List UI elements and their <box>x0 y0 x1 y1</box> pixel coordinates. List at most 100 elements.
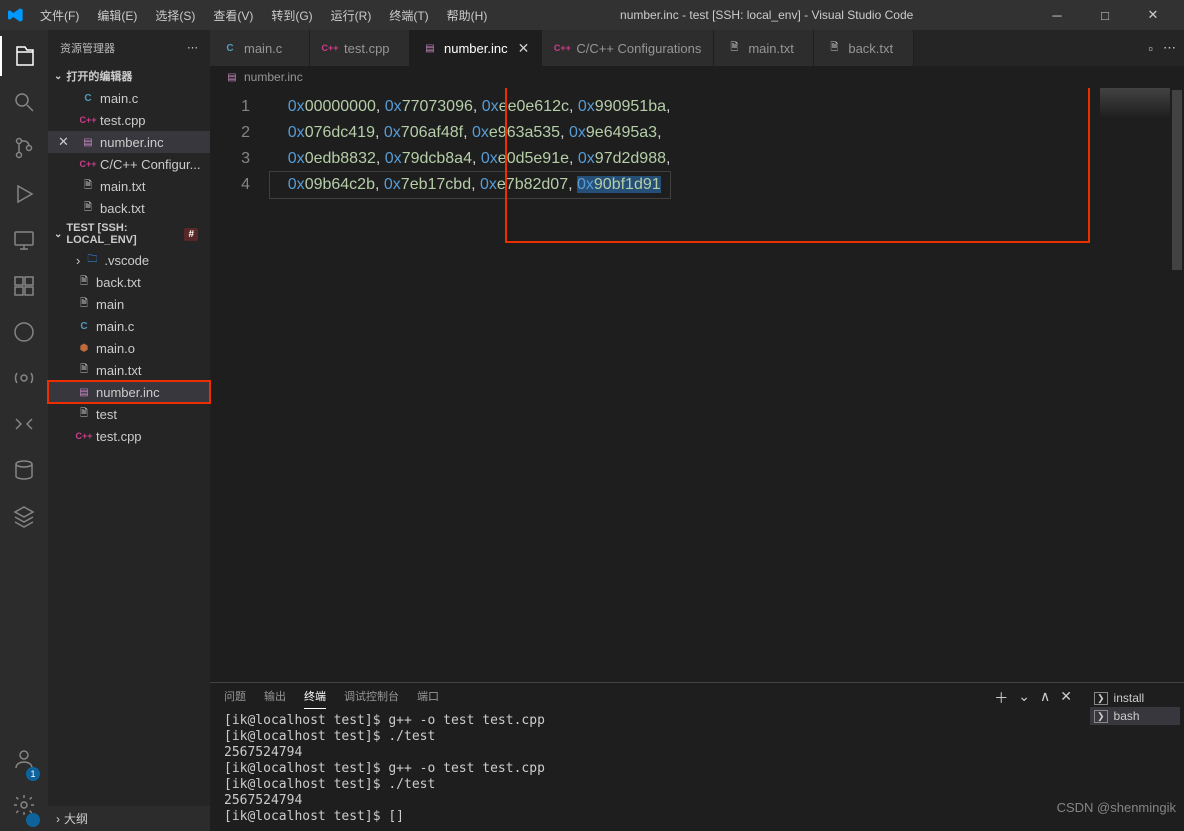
account-icon[interactable]: 1 <box>0 739 48 779</box>
terminal-list-item[interactable]: ❯install <box>1090 689 1180 707</box>
close-icon[interactable]: ✕ <box>58 134 69 150</box>
editor[interactable]: 1234 0x00000000, 0x77073096, 0xee0e612c,… <box>210 88 1184 682</box>
window-title: number.inc - test [SSH: local_env] - Vis… <box>495 8 1038 22</box>
file-tree-item[interactable]: ⬢main.o <box>48 337 210 359</box>
o-file-icon: ⬢ <box>76 340 92 356</box>
editor-tab[interactable]: 🗎back.txt <box>814 30 914 66</box>
sidebar-more-icon[interactable]: ⋯ <box>187 41 198 54</box>
file-label: C/C++ Configur... <box>100 157 200 172</box>
menu-item[interactable]: 文件(F) <box>32 3 87 28</box>
open-editor-item[interactable]: 🗎 main.txt <box>48 175 210 197</box>
file-label: main.txt <box>100 179 146 194</box>
live-icon[interactable] <box>0 358 48 398</box>
more-icon[interactable]: ⋯ <box>1163 40 1176 56</box>
editor-tabs: Cmain.cC++test.cpp ▤ number.inc ✕ C++C/C++ C… <box>210 30 1184 66</box>
remote-icon[interactable] <box>0 404 48 444</box>
file-label: .vscode <box>104 253 149 268</box>
file-label: main <box>96 297 124 312</box>
terminal-list-item[interactable]: ❯bash <box>1090 707 1180 725</box>
file-tree-item[interactable]: ▤number.inc <box>48 381 210 403</box>
minimize-button[interactable]: ─ <box>1038 1 1076 29</box>
layers-icon[interactable] <box>0 496 48 536</box>
open-editor-item[interactable]: ✕▤number.inc <box>48 131 210 153</box>
open-editors-header[interactable]: ⌄ 打开的编辑器 <box>48 65 210 87</box>
file-tree-item[interactable]: Cmain.c <box>48 315 210 337</box>
file-tree-item[interactable]: ›🗀.vscode <box>48 249 210 271</box>
vertical-scrollbar[interactable] <box>1170 88 1184 682</box>
menu-item[interactable]: 编辑(E) <box>89 3 145 28</box>
txt-file-icon: 🗎 <box>80 200 96 216</box>
open-editors-list: Cmain.cC++test.cpp✕▤number.incC++C/C++ C… <box>48 87 210 219</box>
line-gutter: 1234 <box>210 88 270 682</box>
open-editor-item[interactable]: C++C/C++ Configur... <box>48 153 210 175</box>
file-label: test.cpp <box>96 429 142 444</box>
account-badge: 1 <box>26 767 40 781</box>
settings-gear-icon[interactable] <box>0 785 48 825</box>
file-tree-item[interactable]: 🗎back.txt <box>48 271 210 293</box>
source-control-icon[interactable] <box>0 128 48 168</box>
file-label: test.cpp <box>100 113 146 128</box>
panel-tab[interactable]: 端口 <box>417 688 439 708</box>
txt-file-icon: 🗎 <box>80 178 96 194</box>
file-tree-item[interactable]: 🗎test <box>48 403 210 425</box>
split-editor-icon[interactable]: ▫ <box>1148 41 1153 56</box>
editor-tab[interactable]: ▤ number.inc ✕ <box>410 30 542 66</box>
file-tree-item[interactable]: C++test.cpp <box>48 425 210 447</box>
file-tree-item[interactable]: 🗎main <box>48 293 210 315</box>
titlebar: 文件(F)编辑(E)选择(S)查看(V)转到(G)运行(R)终端(T)帮助(H)… <box>0 0 1184 30</box>
close-window-button[interactable]: ✕ <box>1134 1 1172 29</box>
txt-file-icon: 🗎 <box>826 40 842 56</box>
terminal-icon: ❯ <box>1094 692 1108 705</box>
close-icon[interactable]: ✕ <box>518 40 530 57</box>
outline-section[interactable]: › 大纲 <box>48 806 210 831</box>
menu-item[interactable]: 选择(S) <box>147 3 203 28</box>
panel-tab[interactable]: 调试控制台 <box>344 688 399 708</box>
file-tree-item[interactable]: 🗎main.txt <box>48 359 210 381</box>
menu-item[interactable]: 转到(G) <box>263 3 320 28</box>
c-file-icon: C <box>80 90 96 106</box>
editor-tab[interactable]: 🗎main.txt <box>714 30 814 66</box>
breadcrumb[interactable]: ▤ number.inc <box>210 66 1184 88</box>
chevron-right-icon: › <box>56 812 60 826</box>
menu-item[interactable]: 运行(R) <box>323 3 380 28</box>
panel-tab[interactable]: 终端 <box>304 688 326 709</box>
tab-label: test.cpp <box>344 41 390 56</box>
remote-explorer-icon[interactable] <box>0 220 48 260</box>
run-debug-icon[interactable] <box>0 174 48 214</box>
extensions-icon[interactable] <box>0 266 48 306</box>
menu-item[interactable]: 终端(T) <box>381 3 436 28</box>
explorer-icon[interactable] <box>0 36 48 76</box>
panel-maximize-icon[interactable]: ∧ <box>1040 688 1050 708</box>
panel-tab[interactable]: 问题 <box>224 688 246 708</box>
terminal-dropdown-icon[interactable]: ⌄ <box>1018 688 1030 708</box>
menu-item[interactable]: 查看(V) <box>205 3 261 28</box>
github-icon[interactable] <box>0 312 48 352</box>
code-content[interactable]: 0x00000000, 0x77073096, 0xee0e612c, 0x99… <box>270 88 670 682</box>
workspace-header[interactable]: ⌄ TEST [SSH: LOCAL_ENV] # <box>48 219 210 249</box>
file-label: test <box>96 407 117 422</box>
open-editor-item[interactable]: 🗎 back.txt <box>48 197 210 219</box>
editor-tab[interactable]: Cmain.c <box>210 30 310 66</box>
open-editor-item[interactable]: C++test.cpp <box>48 109 210 131</box>
sidebar: 资源管理器 ⋯ ⌄ 打开的编辑器 Cmain.cC++test.cpp✕▤num… <box>48 30 210 831</box>
editor-tab[interactable]: C++C/C++ Configurations <box>542 30 714 66</box>
inc-file-icon: ▤ <box>422 40 438 56</box>
minimap[interactable] <box>1100 88 1170 118</box>
tab-label: main.txt <box>748 41 794 56</box>
panel-tab[interactable]: 输出 <box>264 688 286 708</box>
tab-label: number.inc <box>444 41 508 56</box>
menu-item[interactable]: 帮助(H) <box>439 3 496 28</box>
new-terminal-icon[interactable]: ＋ <box>994 688 1008 708</box>
file-label: main.txt <box>96 363 142 378</box>
menu-bar: 文件(F)编辑(E)选择(S)查看(V)转到(G)运行(R)终端(T)帮助(H) <box>32 3 495 28</box>
editor-tab[interactable]: C++test.cpp <box>310 30 410 66</box>
terminal-output[interactable]: [ik@localhost test]$ g++ -o test test.cp… <box>210 713 1086 825</box>
file-label: back.txt <box>100 201 145 216</box>
database-icon[interactable] <box>0 450 48 490</box>
open-editor-item[interactable]: Cmain.c <box>48 87 210 109</box>
search-icon[interactable] <box>0 82 48 122</box>
inc-file-icon: ▤ <box>76 384 92 400</box>
scroll-thumb[interactable] <box>1172 90 1182 270</box>
panel-close-icon[interactable]: ✕ <box>1060 688 1072 708</box>
maximize-button[interactable]: □ <box>1086 1 1124 29</box>
